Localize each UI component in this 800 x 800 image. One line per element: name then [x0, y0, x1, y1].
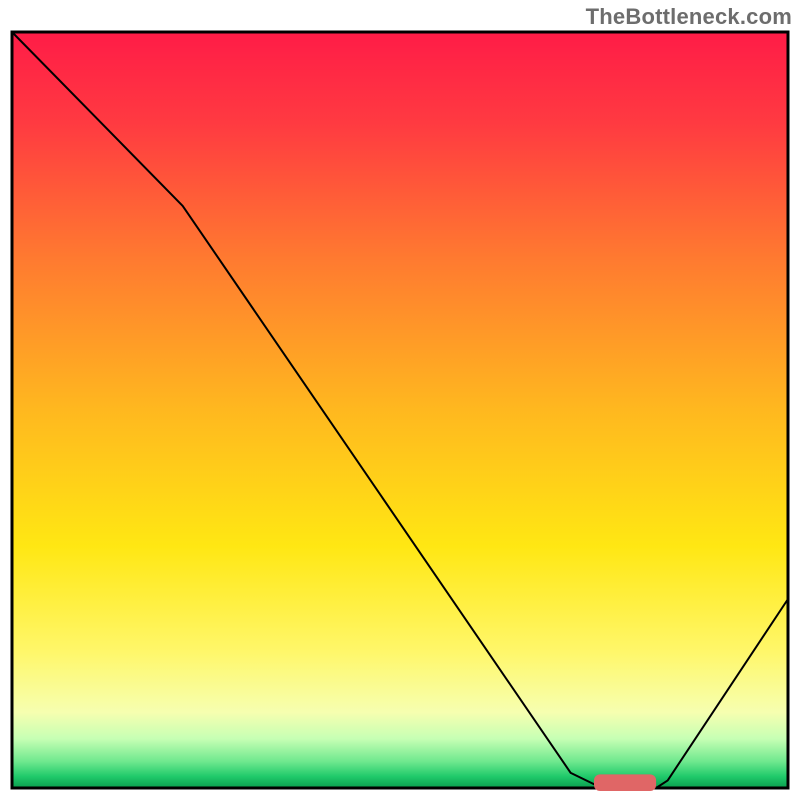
chart-container: TheBottleneck.com: [0, 0, 800, 800]
optimum-marker: [594, 774, 656, 791]
plot-background: [12, 32, 788, 788]
bottleneck-chart: [0, 0, 800, 800]
